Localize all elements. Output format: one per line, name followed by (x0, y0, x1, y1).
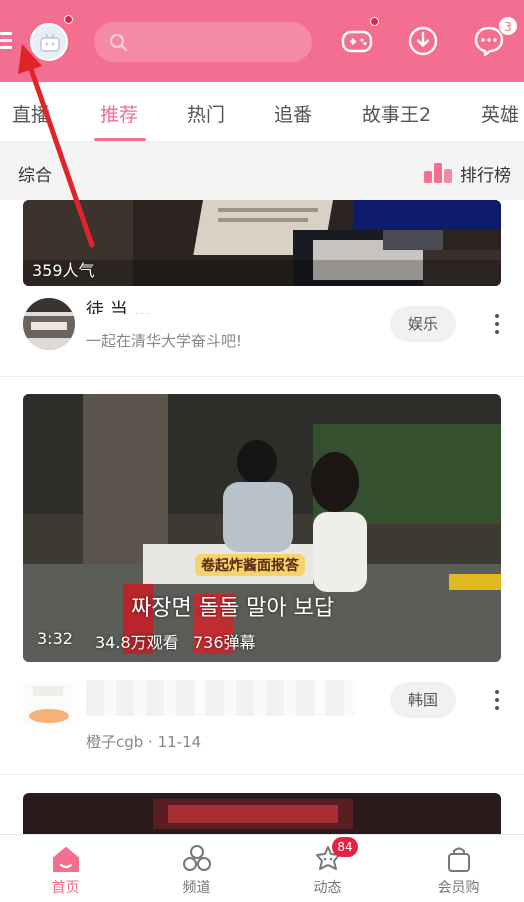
nav-channel-label: 频道 (182, 880, 211, 896)
menu-icon[interactable] (0, 30, 14, 52)
tab-live[interactable]: 直播 (12, 100, 50, 127)
active-tab-indicator (94, 138, 146, 141)
filter-bar: 综合 排行榜 (0, 142, 524, 200)
category-tag[interactable]: 娱乐 (390, 306, 456, 342)
feed-divider (0, 774, 524, 775)
nav-member-shop-label: 会员购 (437, 880, 480, 896)
uploader-avatar-blurred[interactable] (23, 682, 73, 726)
shopping-bag-icon (447, 847, 470, 872)
avatar-notification-dot (64, 15, 73, 24)
bottom-navigation: 首页 频道 84 动态 会员购 (0, 834, 524, 902)
video-title-partial[interactable]: 徒 当 ... (86, 296, 366, 314)
video-duration: 3:32 (37, 629, 73, 648)
nav-channel[interactable]: 频道 (131, 835, 262, 902)
nav-home[interactable]: 首页 (0, 835, 131, 902)
tab-hero[interactable]: 英雄 (481, 100, 519, 127)
tv-mascot-icon (40, 33, 60, 52)
nav-dynamic[interactable]: 84 动态 (262, 835, 393, 902)
video-subtitle: 一起在清华大学奋斗吧! (86, 332, 243, 350)
video-thumbnail[interactable]: 卷起炸酱面报答 짜장면 돌돌 말아 보답 3:32 34.8万观看 736弹幕 (23, 394, 501, 662)
dynamic-count-badge: 84 (332, 837, 358, 857)
video-thumbnail[interactable] (23, 793, 501, 834)
game-center-button[interactable] (340, 24, 374, 58)
gamepad-icon (341, 30, 373, 53)
author-and-date[interactable]: 橙子cgb · 11-14 (86, 731, 201, 752)
thumbnail-image (23, 793, 501, 834)
tab-bangumi[interactable]: 追番 (274, 100, 312, 127)
nav-home-label: 首页 (51, 880, 80, 896)
message-count-badge: 3 (498, 16, 518, 36)
download-icon (408, 26, 438, 56)
nav-member-shop[interactable]: 会员购 (393, 835, 524, 902)
game-notification-dot (370, 17, 379, 26)
nav-dynamic-label: 动态 (313, 880, 342, 896)
popularity-count: 359人气 (32, 261, 95, 280)
top-header: 3 (0, 0, 524, 82)
caption-korean: 짜장면 돌돌 말아 보답 (131, 596, 335, 621)
more-options-icon[interactable] (494, 312, 500, 336)
video-title-blurred[interactable] (86, 680, 356, 716)
uploader-avatar[interactable] (23, 298, 75, 350)
video-thumbnail[interactable]: 359人气 (23, 200, 501, 286)
avatar[interactable] (30, 23, 68, 61)
more-options-icon[interactable] (494, 688, 500, 712)
ranking-label: 排行榜 (460, 166, 511, 186)
tab-hot[interactable]: 热门 (187, 100, 225, 127)
filter-all[interactable]: 综合 (18, 161, 52, 186)
category-tag[interactable]: 韩国 (390, 682, 456, 718)
search-icon (110, 34, 127, 51)
category-tabs: 直播 推荐 热门 追番 故事王2 英雄 (0, 82, 524, 142)
download-button[interactable] (406, 24, 440, 58)
avatar-image (23, 298, 75, 350)
danmaku-count: 736弹幕 (193, 633, 256, 652)
app-screen: 3 直播 推荐 热门 追番 故事王2 英雄 综合 排行榜 359人气 徒 当 .… (0, 0, 524, 902)
feed-divider (0, 376, 524, 377)
tab-recommend[interactable]: 推荐 (100, 100, 138, 127)
search-input[interactable] (94, 22, 312, 62)
ranking-button[interactable]: 排行榜 (424, 159, 520, 186)
home-icon (52, 847, 79, 872)
channel-icon (182, 845, 211, 871)
caption-chinese: 卷起炸酱面报答 (195, 554, 305, 576)
view-count: 34.8万观看 (95, 633, 179, 652)
bar-chart-icon (424, 163, 452, 183)
avatar-image (23, 682, 73, 726)
tab-story-king[interactable]: 故事王2 (362, 100, 431, 127)
